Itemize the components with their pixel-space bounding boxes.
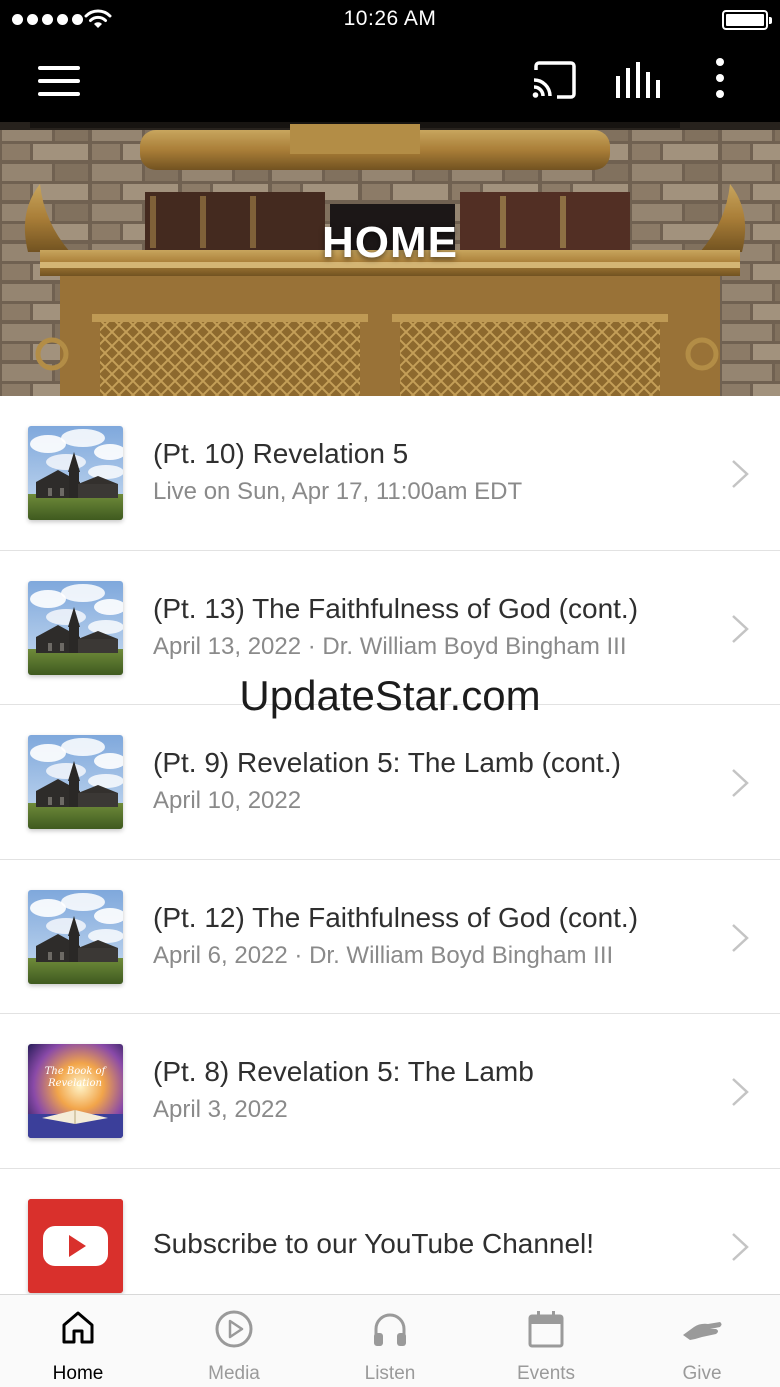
status-time: 10:26 AM <box>343 7 437 30</box>
chevron-right-icon <box>732 614 749 643</box>
tab-label: Home <box>52 1363 104 1384</box>
hero-banner: HOME <box>0 122 780 396</box>
more-vertical-icon[interactable] <box>704 58 736 102</box>
page-title: HOME <box>322 218 458 267</box>
item-subtitle: April 6, 2022 · Dr. William Boyd Bingham… <box>153 941 614 969</box>
media-list: (Pt. 10) Revelation 5 Live on Sun, Apr 1… <box>0 396 780 1323</box>
status-bar: 10:26 AM <box>0 0 780 40</box>
tab-home[interactable]: Home <box>0 1295 156 1387</box>
tab-label: Give <box>682 1363 722 1384</box>
cast-icon[interactable] <box>532 60 578 100</box>
chevron-right-icon <box>732 460 749 488</box>
item-subtitle: Live on Sun, Apr 17, 11:00am EDT <box>153 478 523 505</box>
app-bar <box>0 40 780 122</box>
tab-media[interactable]: Media <box>156 1295 312 1387</box>
tab-events[interactable]: Events <box>468 1295 624 1387</box>
list-item[interactable]: (Pt. 9) Revelation 5: The Lamb (cont.) A… <box>0 705 780 860</box>
chevron-right-icon <box>732 1232 749 1261</box>
item-title: (Pt. 12) The Faithfulness of God (cont.) <box>153 901 639 933</box>
tab-label: Events <box>516 1363 576 1384</box>
list-item[interactable]: The Book of Revelation (Pt. 8) Revelatio… <box>0 1014 780 1169</box>
tab-bar: Home Media Listen Events Give <box>0 1294 780 1387</box>
headphones-icon <box>374 1313 406 1346</box>
chevron-right-icon <box>732 1078 749 1106</box>
chevron-right-icon <box>732 769 749 797</box>
tab-listen[interactable]: Listen <box>312 1295 468 1387</box>
menu-icon[interactable] <box>38 66 80 96</box>
list-item[interactable]: (Pt. 10) Revelation 5 Live on Sun, Apr 1… <box>0 396 780 551</box>
audio-bars-icon[interactable] <box>614 60 662 100</box>
church-thumbnail <box>28 581 123 675</box>
item-subtitle: April 3, 2022 <box>153 1096 288 1123</box>
church-thumbnail <box>28 890 123 984</box>
book-of-revelation-thumbnail: The Book of Revelation <box>28 1044 123 1138</box>
church-thumbnail <box>28 735 123 829</box>
tab-give[interactable]: Give <box>624 1295 780 1387</box>
battery-icon <box>722 10 772 30</box>
item-title: Subscribe to our YouTube Channel! <box>153 1227 595 1259</box>
item-subtitle: April 10, 2022 <box>153 787 302 814</box>
item-title: (Pt. 9) Revelation 5: The Lamb (cont.) <box>153 747 621 778</box>
church-thumbnail <box>28 426 123 520</box>
home-icon <box>62 1311 94 1344</box>
tab-label: Media <box>208 1363 260 1384</box>
calendar-icon <box>528 1311 564 1348</box>
youtube-icon <box>28 1198 123 1293</box>
svg-text:Revelation: Revelation <box>47 1078 102 1089</box>
item-title: (Pt. 13) The Faithfulness of God (cont.) <box>153 592 639 624</box>
svg-text:The Book of: The Book of <box>45 1066 108 1077</box>
give-hand-icon <box>683 1322 722 1340</box>
item-subtitle: April 13, 2022 · Dr. William Boyd Bingha… <box>153 632 627 660</box>
play-circle-icon <box>215 1310 253 1348</box>
item-title: (Pt. 10) Revelation 5 <box>153 438 409 469</box>
tab-label: Listen <box>364 1363 416 1384</box>
watermark: UpdateStar.com <box>239 672 541 719</box>
item-title: (Pt. 8) Revelation 5: The Lamb <box>153 1056 534 1087</box>
chevron-right-icon <box>732 923 749 952</box>
list-item[interactable]: (Pt. 12) The Faithfulness of God (cont.)… <box>0 859 780 1014</box>
